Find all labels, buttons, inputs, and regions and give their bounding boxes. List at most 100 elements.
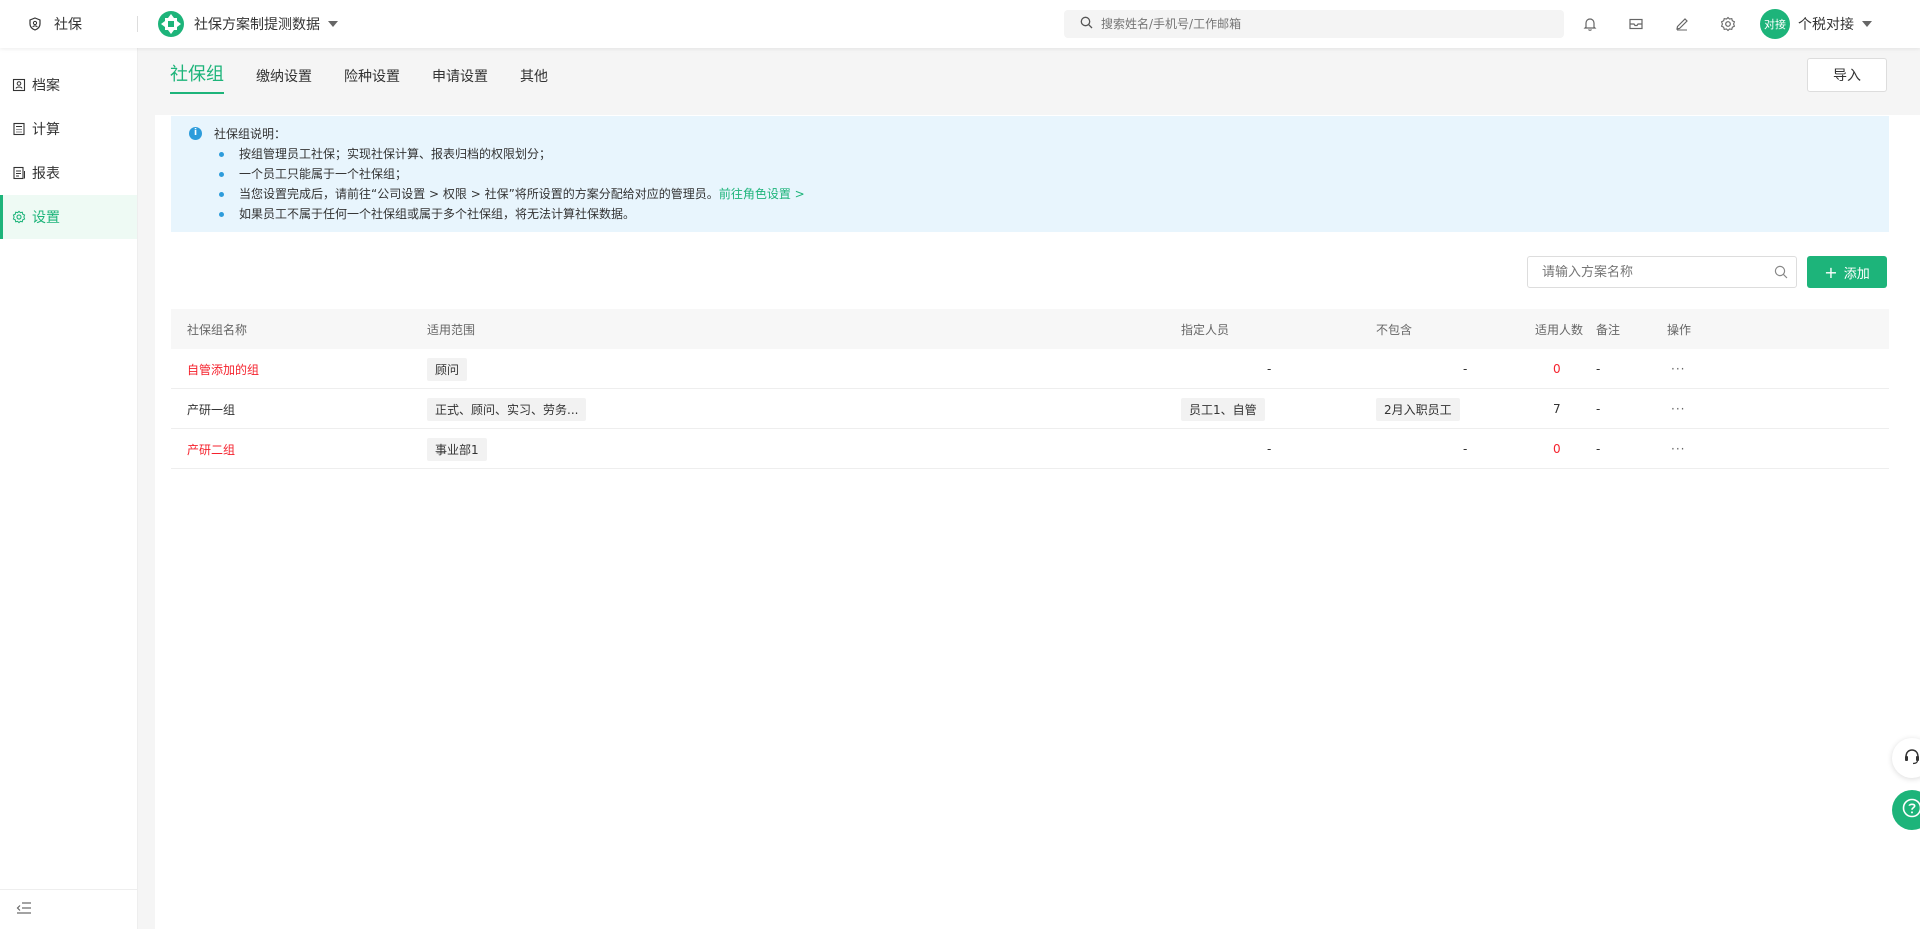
- count-cell: 0: [1553, 362, 1561, 376]
- plan-search-input[interactable]: [1542, 264, 1762, 280]
- info-icon: i: [189, 126, 202, 140]
- avatar: 对接: [1760, 9, 1790, 39]
- plus-icon: +: [1824, 262, 1838, 282]
- header-assigned: 指定人员: [1181, 322, 1230, 337]
- exclude-cell: 2月入职员工: [1376, 389, 1460, 429]
- global-search-input[interactable]: [1101, 17, 1541, 31]
- scope-tag: 事业部1: [427, 437, 487, 461]
- chevron-down-icon: [1862, 21, 1872, 27]
- search-icon[interactable]: [1774, 265, 1788, 283]
- notice-item: 一个员工只能属于一个社保组；: [219, 164, 1889, 184]
- scope-cell: 事业部1: [427, 429, 487, 469]
- sidebar-item-label: 档案: [32, 78, 60, 94]
- header-op: 操作: [1667, 322, 1692, 337]
- tab-application-settings[interactable]: 申请设置: [432, 66, 488, 94]
- exclude-cell: -: [1463, 442, 1468, 456]
- tabs-bar: 社保组 缴纳设置 险种设置 申请设置 其他 导入: [155, 48, 1920, 115]
- shield-icon: [28, 16, 44, 32]
- gear-icon[interactable]: [1716, 12, 1740, 36]
- scope-cell: 顾问: [427, 349, 468, 389]
- table-row: 自管添加的组 顾问 - - 0 - ···: [171, 349, 1889, 389]
- sidebar-item-calculate[interactable]: 计算: [0, 107, 137, 151]
- note-cell: -: [1596, 442, 1601, 456]
- sidebar-item-label: 计算: [32, 122, 60, 138]
- sidebar-item-label: 设置: [32, 210, 60, 226]
- role-settings-link[interactable]: 前往角色设置 >: [719, 187, 805, 201]
- question-icon: [1901, 797, 1920, 823]
- header-exclude: 不包含: [1376, 322, 1413, 337]
- group-name: 自管添加的组: [187, 362, 260, 377]
- exclude-cell: -: [1463, 362, 1468, 376]
- edit-icon[interactable]: [1670, 12, 1694, 36]
- headset-icon: [1902, 746, 1920, 770]
- global-search[interactable]: [1064, 10, 1564, 38]
- calculator-icon: [12, 121, 28, 137]
- count-cell: 0: [1553, 442, 1561, 456]
- add-button-label: 添加: [1843, 266, 1870, 282]
- header-scope: 适用范围: [427, 322, 476, 337]
- header-divider: [137, 16, 138, 32]
- add-button[interactable]: + 添加: [1807, 256, 1887, 288]
- tenant-switcher[interactable]: 社保方案制提测数据: [158, 11, 338, 37]
- mail-icon[interactable]: [1624, 12, 1648, 36]
- gear-icon: [12, 209, 28, 225]
- report-icon: [12, 165, 28, 181]
- tab-social-group[interactable]: 社保组: [170, 60, 224, 94]
- notice-title-row: i 社保组说明：: [189, 124, 1889, 142]
- more-actions-icon[interactable]: ···: [1671, 389, 1685, 429]
- social-group-table: 社保组名称 适用范围 指定人员 不包含 适用人数 备注 操作 自管添加的组 顾问…: [171, 309, 1889, 469]
- user-name: 个税对接: [1798, 17, 1854, 33]
- sidebar: 档案 计算 报表 设置: [0, 48, 138, 929]
- note-cell: -: [1596, 362, 1601, 376]
- notice-item-text: 当您设置完成后，请前往“公司设置 > 权限 > 社保”将所设置的方案分配给对应的…: [239, 187, 719, 201]
- header-note: 备注: [1596, 322, 1621, 337]
- exclude-tag: 2月入职员工: [1376, 397, 1460, 421]
- sidebar-item-archive[interactable]: 档案: [0, 63, 137, 107]
- tenant-logo-icon: [158, 11, 184, 37]
- tab-payment-settings[interactable]: 缴纳设置: [256, 66, 312, 94]
- group-name: 产研二组: [187, 442, 236, 457]
- search-icon: [1080, 16, 1093, 33]
- user-menu[interactable]: 对接 个税对接: [1760, 9, 1872, 39]
- sidebar-item-report[interactable]: 报表: [0, 151, 137, 195]
- module-label: 社保: [54, 17, 82, 33]
- collapse-menu-icon: [16, 901, 32, 919]
- bell-icon[interactable]: [1578, 12, 1602, 36]
- assigned-tag: 员工1、自管: [1181, 397, 1265, 421]
- module-switcher[interactable]: 社保: [0, 0, 137, 48]
- chevron-down-icon: [328, 21, 338, 27]
- header-name: 社保组名称: [187, 322, 248, 337]
- header-actions: [1578, 12, 1762, 36]
- header-count: 适用人数: [1535, 322, 1584, 337]
- info-notice: i 社保组说明： 按组管理员工社保；实现社保计算、报表归档的权限划分； 一个员工…: [171, 116, 1889, 232]
- tab-other[interactable]: 其他: [520, 66, 548, 94]
- more-actions-icon[interactable]: ···: [1671, 429, 1685, 469]
- scope-cell: 正式、顾问、实习、劳务...: [427, 389, 587, 429]
- note-cell: -: [1596, 402, 1601, 416]
- sidebar-collapse-button[interactable]: [0, 889, 137, 929]
- sidebar-item-settings[interactable]: 设置: [0, 195, 137, 239]
- assigned-cell: -: [1267, 362, 1272, 376]
- notice-title: 社保组说明：: [214, 126, 287, 141]
- assigned-cell: -: [1267, 442, 1272, 456]
- notice-item: 当您设置完成后，请前往“公司设置 > 权限 > 社保”将所设置的方案分配给对应的…: [219, 184, 1889, 204]
- count-cell: 7: [1553, 402, 1561, 416]
- tab-insurance-settings[interactable]: 险种设置: [344, 66, 400, 94]
- notice-item: 按组管理员工社保；实现社保计算、报表归档的权限划分；: [219, 144, 1889, 164]
- more-actions-icon[interactable]: ···: [1671, 349, 1685, 389]
- table-header: 社保组名称 适用范围 指定人员 不包含 适用人数 备注 操作: [171, 309, 1889, 349]
- profile-icon: [12, 77, 28, 93]
- table-row: 产研一组 正式、顾问、实习、劳务... 员工1、自管 2月入职员工 7 - ··…: [171, 389, 1889, 429]
- assigned-cell: 员工1、自管: [1181, 389, 1265, 429]
- table-row: 产研二组 事业部1 - - 0 - ···: [171, 429, 1889, 469]
- main-content: 社保组 缴纳设置 险种设置 申请设置 其他 导入 i 社保组说明： 按组管理员工…: [155, 48, 1920, 929]
- scope-tag: 正式、顾问、实习、劳务...: [427, 397, 587, 421]
- plan-search[interactable]: [1527, 256, 1797, 288]
- import-button[interactable]: 导入: [1807, 58, 1887, 92]
- sidebar-item-label: 报表: [32, 166, 60, 182]
- group-name: 产研一组: [187, 402, 236, 417]
- notice-list: 按组管理员工社保；实现社保计算、报表归档的权限划分； 一个员工只能属于一个社保组…: [219, 144, 1889, 224]
- tab-list: 社保组 缴纳设置 险种设置 申请设置 其他: [170, 60, 580, 94]
- notice-item: 如果员工不属于任何一个社保组或属于多个社保组，将无法计算社保数据。: [219, 204, 1889, 224]
- top-bar: 社保 社保方案制提测数据 对接 个税对接: [0, 0, 1920, 48]
